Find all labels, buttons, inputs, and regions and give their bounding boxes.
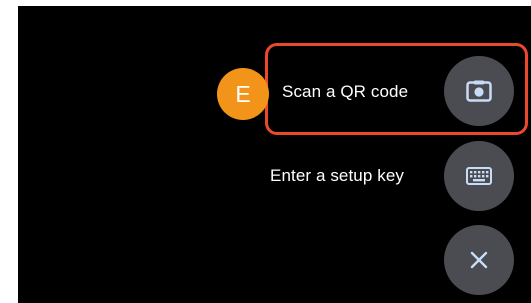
close-button[interactable] bbox=[444, 225, 514, 295]
step-marker: E bbox=[217, 68, 269, 120]
keyboard-icon bbox=[466, 167, 492, 185]
close-icon bbox=[469, 250, 489, 270]
stage: Scan a QR code Enter a setup key E bbox=[0, 0, 531, 303]
setup-key-button[interactable] bbox=[444, 141, 514, 211]
highlight-box bbox=[265, 43, 528, 135]
setup-key-label[interactable]: Enter a setup key bbox=[270, 166, 404, 186]
